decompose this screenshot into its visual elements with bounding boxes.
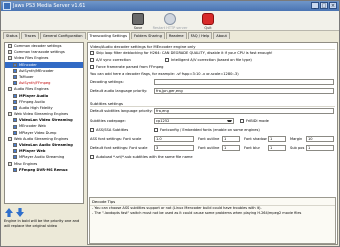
tab-transcoding-settings[interactable]: Transcoding Settings — [86, 32, 130, 40]
checkbox[interactable] — [13, 124, 17, 129]
tab-bar: Status Traces General Configuration Tran… — [3, 32, 230, 40]
checkbox[interactable] — [13, 143, 17, 148]
engine-hint: Engine in bold will be the priority one … — [4, 219, 80, 228]
decode-tip-line: - The "-lavdopts fast" switch must not b… — [92, 211, 302, 215]
sidebar-item-ffmpeg-dvr-ms-remux[interactable]: FFmpeg DVR-MS Remux — [5, 167, 83, 173]
save-button[interactable]: Save — [129, 12, 147, 30]
power-icon — [202, 13, 214, 25]
toolbar: Save Restart HTTP server Quit — [1, 11, 339, 31]
checkbox[interactable] — [13, 68, 17, 73]
folder-icon — [8, 136, 12, 141]
folder-icon — [8, 50, 12, 55]
default-font-settings-label: Default font settings: Font scale — [90, 146, 148, 150]
move-up-icon[interactable] — [5, 208, 13, 217]
default-sub-lang-input[interactable]: fra,eng — [154, 108, 334, 114]
priority-arrows — [5, 208, 24, 217]
sub-pos-input[interactable]: 1 — [306, 145, 334, 151]
default-sub-lang-label: Default subtitles language priority: — [90, 109, 153, 113]
intelligent-sync-checkbox[interactable]: Intelligent A/V correction (based on fil… — [165, 58, 252, 62]
decode-tips-title: Decode Tips — [90, 198, 335, 206]
font-blur-input[interactable]: 1 — [268, 145, 286, 151]
maximize-button[interactable]: □ — [320, 2, 328, 9]
tab-about[interactable]: About — [213, 32, 230, 39]
ass-font-scale-input[interactable]: 1.0 — [154, 136, 194, 142]
folder-icon — [8, 44, 12, 49]
folder-icon — [8, 112, 12, 117]
close-button[interactable]: × — [329, 2, 337, 9]
tab-traces[interactable]: Traces — [21, 32, 39, 39]
window-controls: _ □ × — [311, 2, 337, 9]
folder-icon — [8, 87, 12, 92]
move-down-icon[interactable] — [16, 208, 24, 217]
font-shadow-label: Font shadow — [244, 137, 267, 141]
fribidi-checkbox[interactable]: FriBiDi mode — [240, 119, 269, 123]
tab-faq-help[interactable]: FAQ / Help — [187, 32, 213, 39]
checkbox[interactable] — [13, 149, 17, 154]
autoload-srt-checkbox[interactable]: Autoload *.srt/*.sub subtitles with the … — [90, 155, 193, 159]
checkbox — [90, 51, 94, 55]
quit-button[interactable]: Quit — [199, 12, 217, 30]
force-fps-checkbox[interactable]: Force framerate parsed from FFmpeg — [90, 65, 163, 69]
sidebar-item-label: FFmpeg DVR-MS Remux — [19, 167, 68, 172]
divider — [90, 106, 335, 107]
checkbox — [90, 128, 94, 132]
checkbox[interactable] — [13, 62, 17, 67]
font-outline-input[interactable]: 1 — [222, 136, 240, 142]
default-outline-input[interactable]: 1 — [222, 145, 240, 151]
fontconfig-checkbox[interactable]: Fontconfig / Embedded fonts (enable on s… — [154, 128, 260, 132]
codepage-label: Subtitles codepage: — [90, 119, 126, 123]
restart-http-button[interactable]: Restart HTTP server — [151, 12, 189, 30]
decode-tips-box: Decode Tips - You can choose ASS subtitl… — [89, 197, 336, 244]
title-bar: Jaws PS3 Media Server v1.61 _ □ × — [1, 1, 339, 11]
checkbox[interactable] — [13, 75, 17, 80]
font-outline-label: Font outline — [198, 137, 220, 141]
settings-panel: Video/Audio decoder settings for MEncode… — [87, 42, 338, 245]
window-title: Jaws PS3 Media Server v1.61 — [13, 3, 86, 9]
restart-icon — [164, 13, 176, 25]
checkbox — [90, 58, 94, 62]
checkbox[interactable] — [13, 167, 17, 172]
engine-tree[interactable]: Common decoder settings Common transcode … — [4, 42, 84, 204]
default-outline-label: Font outline — [198, 146, 220, 150]
app-icon — [3, 2, 11, 10]
decoding-settings-label: Decoding settings: — [90, 80, 124, 84]
checkbox[interactable] — [13, 130, 17, 135]
sub-pos-label: Sub pos — [290, 146, 305, 150]
font-blur-label: Font blur — [244, 146, 261, 150]
ass-font-settings-label: ASS font settings: Font scale — [90, 137, 142, 141]
checkbox[interactable] — [13, 118, 17, 123]
checkbox[interactable] — [13, 93, 17, 98]
tab-readme[interactable]: Readme — [165, 32, 187, 39]
ass-subtitles-checkbox[interactable]: ASS/SSA Subtitles — [90, 128, 128, 132]
minimize-button[interactable]: _ — [311, 2, 319, 9]
default-audio-lang-label: Default audio language priority: — [90, 89, 148, 93]
checkbox — [165, 58, 169, 62]
custom-options-note: You can add here a decoder flags, for ex… — [90, 72, 239, 76]
main-window: Jaws PS3 Media Server v1.61 _ □ × Save R… — [0, 0, 340, 247]
tab-status[interactable]: Status — [3, 32, 21, 39]
divider — [90, 49, 335, 50]
checkbox — [154, 128, 158, 132]
tab-folders-sharing[interactable]: Folders Sharing — [130, 32, 165, 39]
save-icon — [132, 13, 144, 25]
skip-loop-filter-checkbox[interactable]: Skip loop filter deblocking for H264: CA… — [90, 51, 273, 55]
checkbox — [240, 119, 244, 123]
checkbox[interactable] — [13, 155, 17, 160]
av-sync-checkbox[interactable]: A/V sync correction — [90, 58, 131, 62]
folder-icon — [8, 161, 12, 166]
decoding-settings-input[interactable] — [154, 79, 334, 85]
margin-label: Margin — [290, 137, 303, 141]
margin-input[interactable]: 10 — [306, 136, 334, 142]
checkbox[interactable] — [13, 81, 17, 86]
checkbox — [90, 155, 94, 159]
checkbox[interactable] — [13, 105, 17, 110]
tab-general-configuration[interactable]: General Configuration — [39, 32, 86, 39]
default-audio-lang-input[interactable]: fra,jpn,ger,eng — [154, 88, 334, 94]
default-font-scale-input[interactable]: 3 — [154, 145, 194, 151]
folder-icon — [8, 56, 12, 61]
codepage-select[interactable]: cp1252 — [154, 118, 234, 124]
checkbox[interactable] — [13, 99, 17, 104]
font-shadow-input[interactable]: 1 — [268, 136, 286, 142]
checkbox — [90, 65, 94, 69]
